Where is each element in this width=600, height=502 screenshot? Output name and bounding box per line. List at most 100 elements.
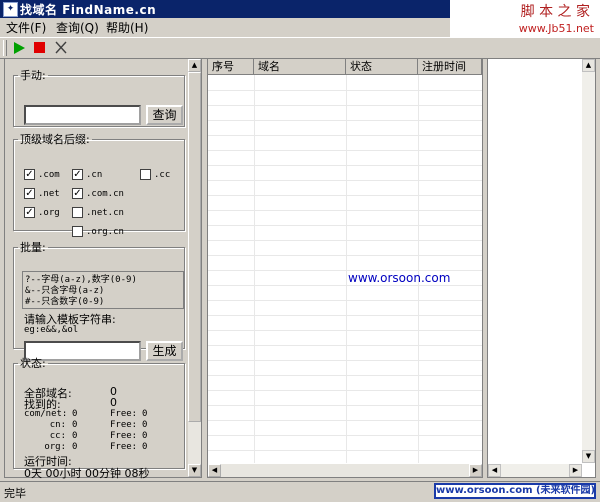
stat-free-cc: Free:	[110, 431, 138, 441]
stat-free-cn: Free:	[110, 420, 138, 430]
column-header-domain[interactable]: 域名	[254, 59, 346, 75]
runtime-value: 0天 00小时 00分钟 08秒	[24, 467, 150, 480]
toolbar	[0, 37, 600, 59]
column-header-regdate[interactable]: 注册时间	[418, 59, 482, 75]
grid-row-line	[208, 120, 482, 121]
stat-name-comnet: com/net:	[24, 409, 68, 419]
toolbar-grip	[3, 40, 7, 56]
grid-row-line	[208, 150, 482, 151]
grid-row-line	[208, 435, 482, 436]
tld-label-com-cn: .com.cn	[86, 189, 124, 199]
play-button[interactable]	[10, 40, 28, 56]
hint-line-3: #--只含数字(0-9)	[25, 297, 105, 307]
left-panel-scrollbar[interactable]: ▲ ▼	[188, 59, 201, 477]
left-panel: 手动: 查询 顶级域名后缀: ✓ .com ✓ .cn .cc ✓ .net ✓…	[4, 58, 202, 480]
site-badge: www.orsoon.com (未来软件园)	[434, 483, 596, 499]
query-button[interactable]: 查询	[146, 105, 183, 125]
scroll-down-icon[interactable]: ▼	[188, 464, 201, 477]
menu-bar: 文件(F) 查询(Q) 帮助(H)	[0, 18, 450, 36]
column-header-status[interactable]: 状态	[346, 59, 418, 75]
tld-label-org-cn: .org.cn	[86, 227, 124, 237]
checkbox-com[interactable]: ✓	[24, 169, 35, 180]
right-vscrollbar[interactable]: ▲ ▼	[582, 59, 595, 463]
grid-hscrollbar[interactable]: ◀ ▶	[208, 464, 482, 477]
checkbox-com-cn[interactable]: ✓	[72, 188, 83, 199]
grid-row-line	[208, 240, 482, 241]
grid-row-line	[208, 390, 482, 391]
checkbox-net[interactable]: ✓	[24, 188, 35, 199]
grid-row-line	[208, 375, 482, 376]
checkbox-org-cn[interactable]	[72, 226, 83, 237]
right-scroll-right-icon[interactable]: ▶	[569, 464, 582, 477]
grid-row-line	[208, 180, 482, 181]
domain-input[interactable]	[24, 105, 141, 125]
grid-row-line	[208, 360, 482, 361]
grid-row-line	[208, 165, 482, 166]
play-icon	[14, 42, 25, 54]
checkbox-net-cn[interactable]	[72, 207, 83, 218]
menu-file[interactable]: 文件(F)	[6, 19, 46, 36]
stat-free-comnet: Free:	[110, 409, 138, 419]
menu-query[interactable]: 查询(Q)	[56, 19, 99, 36]
grid-row-line	[208, 285, 482, 286]
manual-legend: 手动:	[20, 69, 46, 82]
watermark-line2: www.Jb51.net	[518, 22, 594, 35]
stat-val-cc: 0	[72, 431, 78, 441]
stat-val-cn: 0	[72, 420, 78, 430]
scroll-left-icon[interactable]: ◀	[208, 464, 221, 477]
tld-group: 顶级域名后缀: ✓ .com ✓ .cn .cc ✓ .net ✓ .com.c…	[13, 131, 185, 237]
stat-name-org: org:	[44, 442, 66, 452]
grid-row-line	[208, 135, 482, 136]
stat-val-org: 0	[72, 442, 78, 452]
grid-row-line	[208, 255, 482, 256]
right-scroll-down-icon[interactable]: ▼	[582, 450, 595, 463]
watermark: 脚 本 之 家 www.Jb51.net	[450, 0, 600, 38]
batch-legend: 批量:	[20, 241, 46, 254]
grid-row-line	[208, 345, 482, 346]
left-scroll-thumb[interactable]	[188, 72, 201, 422]
tld-label-cc: .cc	[154, 170, 171, 180]
grid-row-line	[208, 330, 482, 331]
scroll-up-icon[interactable]: ▲	[188, 59, 201, 72]
grid-row-line	[208, 420, 482, 421]
column-header-index[interactable]: 序号	[208, 59, 254, 75]
status-bar: 完毕 www.orsoon.com (未来软件园)	[0, 481, 600, 502]
right-hscrollbar[interactable]: ◀ ▶	[488, 464, 582, 477]
stop-icon	[34, 42, 45, 53]
grid-row-line	[208, 450, 482, 451]
right-scroll-left-icon[interactable]: ◀	[488, 464, 501, 477]
status-group: 状态: 全部域名: 0 找到的: 0 com/net: 0 Free: 0 cn…	[13, 355, 185, 480]
right-panel[interactable]: ▲ ▼ ◀ ▶	[487, 58, 596, 478]
manual-group: 手动: 查询	[13, 67, 185, 127]
stat-fval-cc: 0	[142, 431, 148, 441]
checkbox-org[interactable]: ✓	[24, 207, 35, 218]
grid-row-line	[208, 105, 482, 106]
tld-label-cn: .cn	[86, 170, 103, 180]
status-legend: 状态:	[20, 357, 46, 370]
stat-fval-cn: 0	[142, 420, 148, 430]
tld-label-org: .org	[38, 208, 60, 218]
grid-row-line	[208, 225, 482, 226]
scroll-right-icon[interactable]: ▶	[469, 464, 482, 477]
grid-row-line	[208, 90, 482, 91]
tld-label-net: .net	[38, 189, 60, 199]
stat-val-comnet: 0	[72, 409, 78, 419]
checkbox-cn[interactable]: ✓	[72, 169, 83, 180]
batch-group: 批量: ?--字母(a-z),数字(0-9) &--只含字母(a-z) #--只…	[13, 239, 185, 361]
stop-button[interactable]	[31, 40, 49, 56]
menu-help[interactable]: 帮助(H)	[106, 19, 148, 36]
right-scroll-up-icon[interactable]: ▲	[582, 59, 595, 72]
grid-row-line	[208, 315, 482, 316]
stat-fval-comnet: 0	[142, 409, 148, 419]
stat-name-cc: cc:	[49, 431, 66, 441]
stat-name-cn: cn:	[49, 420, 66, 430]
window-title: 找域名 FindName.cn	[20, 3, 157, 17]
stat-free-org: Free:	[110, 442, 138, 452]
close-button[interactable]	[52, 40, 70, 56]
pattern-hints-box: ?--字母(a-z),数字(0-9) &--只含字母(a-z) #--只含数字(…	[22, 271, 184, 309]
checkbox-cc[interactable]	[140, 169, 151, 180]
stat-fval-org: 0	[142, 442, 148, 452]
tld-label-net-cn: .net.cn	[86, 208, 124, 218]
template-example: eg:e&&,&ol	[24, 325, 79, 335]
results-grid[interactable]: 序号 域名 状态 注册时间 www.orsoon.com ◀ ▶	[207, 58, 483, 478]
